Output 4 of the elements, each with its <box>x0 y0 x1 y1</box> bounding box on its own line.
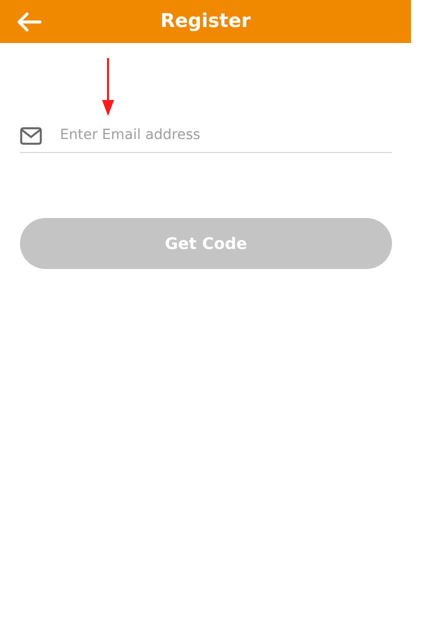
back-icon[interactable] <box>16 12 42 32</box>
annotation-arrow <box>101 58 115 116</box>
mail-icon <box>20 126 42 144</box>
page-title: Register <box>160 10 251 32</box>
